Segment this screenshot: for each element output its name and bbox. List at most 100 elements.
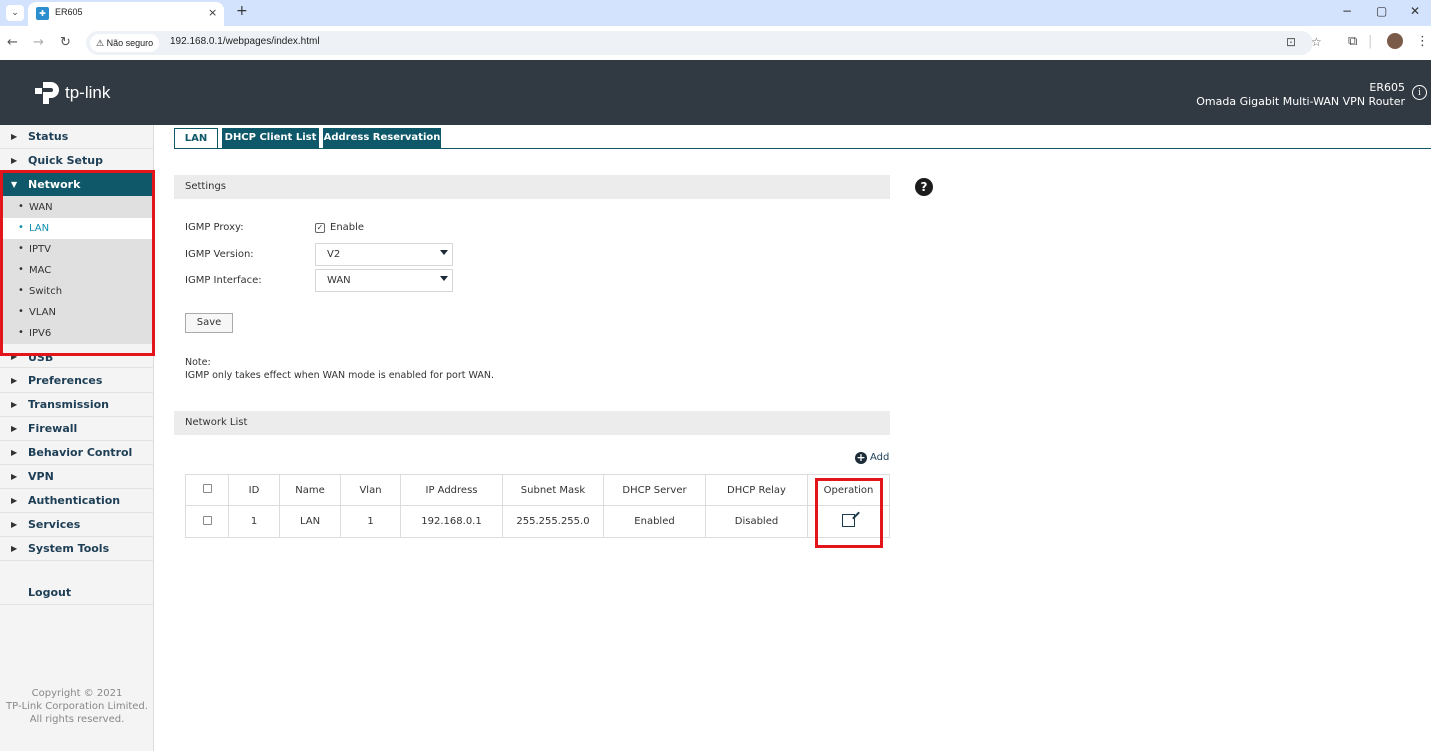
network-list-section-header: Network List bbox=[174, 411, 890, 435]
url-text[interactable]: 192.168.0.1/webpages/index.html bbox=[170, 36, 320, 47]
sidebar-item-system-tools[interactable]: ▶ System Tools bbox=[0, 537, 154, 561]
translate-icon[interactable]: ⊡ bbox=[1286, 35, 1296, 49]
column-header: IP Address bbox=[400, 474, 503, 506]
igmp-proxy-enable-label: Enable bbox=[330, 222, 365, 233]
router-header: tp-link ER605 Omada Gigabit Multi-WAN VP… bbox=[0, 60, 1431, 125]
sidebar-item-transmission[interactable]: ▶ Transmission bbox=[0, 393, 154, 417]
extensions-icon[interactable]: ⧉ bbox=[1348, 34, 1357, 49]
dropdown-arrow-icon bbox=[440, 250, 448, 255]
cell-name: LAN bbox=[279, 505, 341, 538]
caret-right-icon: ▶ bbox=[11, 400, 18, 409]
caret-right-icon: ▶ bbox=[11, 132, 18, 141]
highlight-box-operation bbox=[815, 478, 883, 548]
column-header: DHCP Relay bbox=[705, 474, 808, 506]
bookmark-star-icon[interactable]: ☆ bbox=[1311, 35, 1322, 49]
minimize-icon[interactable]: − bbox=[1342, 4, 1352, 18]
row-checkbox[interactable] bbox=[202, 515, 212, 525]
logout-link[interactable]: Logout bbox=[0, 580, 154, 605]
tabs-divider bbox=[174, 148, 1431, 149]
tab-dhcp-client-list[interactable]: DHCP Client List bbox=[222, 128, 319, 148]
tab-title: ER605 bbox=[55, 7, 83, 17]
restore-icon[interactable]: ▢ bbox=[1376, 4, 1387, 18]
info-icon[interactable]: i bbox=[1412, 85, 1427, 100]
igmp-interface-select[interactable]: WAN bbox=[315, 269, 453, 292]
caret-right-icon: ▶ bbox=[11, 544, 18, 553]
divider: | bbox=[1368, 34, 1373, 49]
more-menu-icon[interactable]: ⋮ bbox=[1416, 34, 1429, 49]
browser-tab[interactable]: ✚ ER605 × bbox=[28, 2, 224, 26]
save-button[interactable]: Save bbox=[185, 313, 233, 333]
sidebar-item-authentication[interactable]: ▶ Authentication bbox=[0, 489, 154, 513]
caret-right-icon: ▶ bbox=[11, 156, 18, 165]
back-icon[interactable]: ← bbox=[7, 35, 18, 50]
copyright-line: TP-Link Corporation Limited. bbox=[6, 701, 148, 712]
highlight-box-network bbox=[0, 170, 155, 356]
dropdown-arrow-icon bbox=[440, 276, 448, 281]
caret-right-icon: ▶ bbox=[11, 376, 18, 385]
note-text: IGMP only takes effect when WAN mode is … bbox=[185, 370, 495, 381]
sidebar-item-firewall[interactable]: ▶ Firewall bbox=[0, 417, 154, 441]
cell-id: 1 bbox=[228, 505, 280, 538]
igmp-proxy-checkbox[interactable]: ✓ bbox=[315, 223, 325, 233]
note-title: Note: bbox=[185, 357, 211, 368]
sidebar-item-label: Transmission bbox=[28, 398, 110, 411]
caret-right-icon: ▶ bbox=[11, 424, 18, 433]
settings-section-header: Settings bbox=[174, 175, 890, 199]
table-header-row: ID Name Vlan IP Address Subnet Mask DHCP… bbox=[185, 474, 890, 506]
omnibox[interactable]: ⚠ Não seguro 192.168.0.1/webpages/index.… bbox=[86, 31, 1322, 55]
select-value: WAN bbox=[327, 275, 351, 286]
add-icon: + bbox=[855, 451, 867, 464]
row-select-cell bbox=[185, 505, 229, 538]
forward-icon[interactable]: → bbox=[33, 35, 44, 50]
sidebar-item-label: System Tools bbox=[28, 542, 110, 555]
network-list-table: ID Name Vlan IP Address Subnet Mask DHCP… bbox=[185, 474, 890, 538]
cell-ip-address: 192.168.0.1 bbox=[400, 505, 503, 538]
column-header: DHCP Server bbox=[603, 474, 706, 506]
cell-dhcp-relay: Disabled bbox=[705, 505, 808, 538]
security-indicator[interactable]: ⚠ Não seguro bbox=[90, 34, 160, 52]
tab-address-reservation[interactable]: Address Reservation bbox=[323, 128, 441, 148]
section-title: Settings bbox=[185, 181, 227, 192]
sidebar-item-behavior-control[interactable]: ▶ Behavior Control bbox=[0, 441, 154, 465]
address-bar-row: ← → ↻ ⚠ Não seguro 192.168.0.1/webpages/… bbox=[0, 26, 1431, 60]
tab-lan[interactable]: LAN bbox=[174, 128, 218, 148]
sidebar-item-services[interactable]: ▶ Services bbox=[0, 513, 154, 537]
sidebar-item-vpn[interactable]: ▶ VPN bbox=[0, 465, 154, 489]
browser-tab-bar: ⌄ ✚ ER605 × + − ▢ ✕ bbox=[0, 0, 1431, 26]
sidebar-item-label: Authentication bbox=[28, 494, 121, 507]
cell-dhcp-server: Enabled bbox=[603, 505, 706, 538]
copyright: Copyright © 2021 TP-Link Corporation Lim… bbox=[0, 687, 154, 726]
select-all-checkbox[interactable] bbox=[202, 484, 212, 493]
router-subtitle: Omada Gigabit Multi-WAN VPN Router bbox=[1196, 95, 1405, 108]
sidebar-item-preferences[interactable]: ▶ Preferences bbox=[0, 369, 154, 393]
igmp-version-label: IGMP Version: bbox=[185, 249, 254, 260]
copyright-line: All rights reserved. bbox=[29, 714, 125, 725]
igmp-interface-label: IGMP Interface: bbox=[185, 275, 262, 286]
add-label: Add bbox=[870, 452, 890, 463]
column-header: Subnet Mask bbox=[502, 474, 604, 506]
select-all-cell bbox=[185, 474, 229, 506]
tp-link-logo-icon bbox=[35, 82, 59, 104]
caret-right-icon: ▶ bbox=[11, 496, 18, 505]
close-window-icon[interactable]: ✕ bbox=[1410, 4, 1420, 18]
logout-label: Logout bbox=[28, 586, 72, 599]
sidebar-item-label: VPN bbox=[28, 470, 54, 483]
sidebar-item-label: Status bbox=[28, 130, 69, 143]
favicon-icon: ✚ bbox=[36, 7, 49, 20]
igmp-version-select[interactable]: V2 bbox=[315, 243, 453, 266]
table-row: 1 LAN 1 192.168.0.1 255.255.255.0 Enable… bbox=[185, 505, 890, 538]
new-tab-icon[interactable]: + bbox=[236, 3, 248, 19]
tab-search-chevron-icon[interactable]: ⌄ bbox=[6, 5, 24, 21]
reload-icon[interactable]: ↻ bbox=[60, 35, 71, 50]
caret-right-icon: ▶ bbox=[11, 520, 18, 529]
section-title: Network List bbox=[185, 417, 248, 428]
sidebar-item-status[interactable]: ▶ Status bbox=[0, 125, 154, 149]
tab-close-icon[interactable]: × bbox=[208, 6, 217, 19]
sidebar-item-label: Firewall bbox=[28, 422, 78, 435]
cell-vlan: 1 bbox=[340, 505, 401, 538]
caret-right-icon: ▶ bbox=[11, 472, 18, 481]
select-value: V2 bbox=[327, 249, 341, 260]
sidebar-item-label: Preferences bbox=[28, 374, 103, 387]
help-icon[interactable]: ? bbox=[915, 178, 933, 196]
profile-avatar[interactable] bbox=[1387, 33, 1403, 49]
